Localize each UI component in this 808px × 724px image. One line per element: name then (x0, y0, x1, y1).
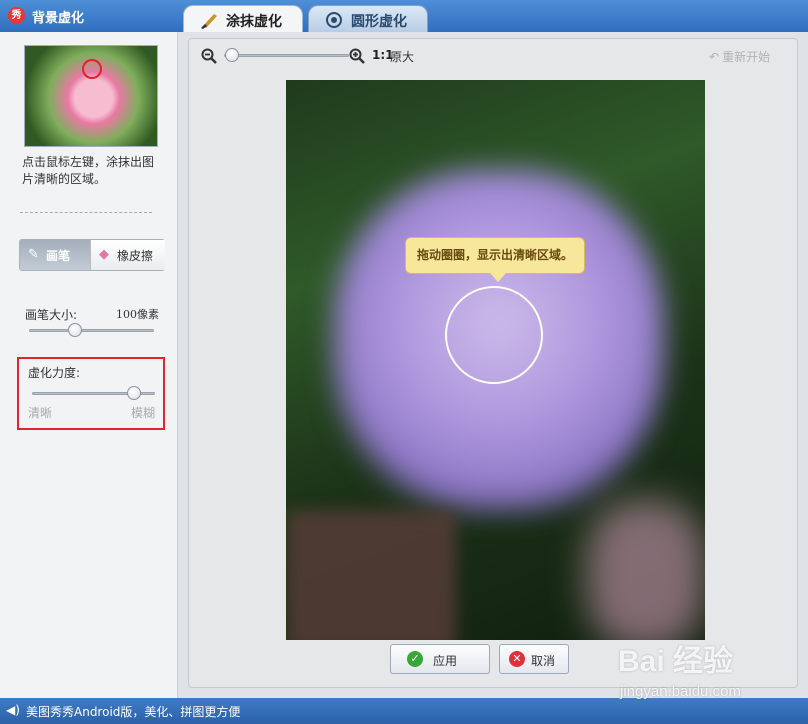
photo-background (286, 510, 456, 640)
cancel-button[interactable]: ✕ 取消 (499, 644, 569, 674)
window-title: 背景虚化 (32, 11, 85, 26)
close-icon: ✕ (509, 651, 525, 667)
slider-knob[interactable] (225, 48, 239, 62)
watermark-logo: Bai 经验 (618, 645, 734, 678)
blur-strength-label: 虚化力度: (28, 366, 81, 380)
tab-smear-blur[interactable]: 涂抹虚化 (183, 5, 303, 32)
preview-thumbnail[interactable] (24, 45, 158, 147)
brush-tool-button[interactable]: ✎ 画笔 (20, 240, 90, 270)
focus-circle-handle[interactable] (445, 286, 543, 384)
tool-toggle-group: ✎ 画笔 ◆ 橡皮擦 (19, 239, 165, 271)
tab-label: 圆形虚化 (351, 14, 407, 30)
blur-strength-highlight: 虚化力度: 清晰 模糊 (17, 357, 165, 430)
eraser-tool-button[interactable]: ◆ 橡皮擦 (90, 240, 165, 270)
undo-icon: ↶ (709, 50, 720, 64)
status-bar: ◀) 美图秀秀Android版，美化、拼图更方便 (0, 698, 808, 724)
zoom-in-icon[interactable] (349, 48, 365, 68)
app-logo-icon: 秀 (8, 7, 25, 24)
eraser-icon: ◆ (99, 247, 109, 262)
focus-indicator (82, 59, 102, 79)
watermark-url: jingyan.baidu.com (620, 683, 741, 700)
check-icon: ✓ (407, 651, 423, 667)
restart-button[interactable]: ↶ 重新开始 (709, 48, 770, 65)
brush-size-slider[interactable] (29, 323, 154, 337)
tab-circle-blur[interactable]: 圆形虚化 (308, 5, 428, 32)
photo-background (586, 500, 705, 640)
target-icon (325, 11, 343, 33)
zoom-slider[interactable] (224, 48, 349, 62)
divider (20, 212, 152, 213)
slider-knob[interactable] (68, 323, 82, 337)
editor-area: 1:1 原大 ↶ 重新开始 拖动圈圈，显示出清晰区域。 ✓ 应用 ✕ 取消 (188, 38, 798, 688)
status-promo-link[interactable]: 美图秀秀Android版，美化、拼图更方便 (26, 703, 240, 720)
photo-canvas[interactable]: 拖动圈圈，显示出清晰区域。 (286, 80, 705, 640)
title-bar: 秀 背景虚化 涂抹虚化 圆形虚化 (0, 0, 808, 32)
brush-icon (200, 11, 220, 33)
brush-size-value: 100像素 (116, 308, 159, 321)
slider-knob[interactable] (127, 386, 141, 400)
original-size-label[interactable]: 原大 (390, 48, 414, 65)
drag-hint-tooltip: 拖动圈圈，显示出清晰区域。 (405, 237, 585, 282)
left-panel: 点击鼠标左键，涂抹出图片清晰的区域。 ✎ 画笔 ◆ 橡皮擦 画笔大小: 100像… (0, 32, 178, 698)
instruction-text: 点击鼠标左键，涂抹出图片清晰的区域。 (22, 155, 155, 186)
zoom-out-icon[interactable] (201, 48, 217, 68)
tab-label: 涂抹虚化 (226, 14, 282, 30)
apply-button[interactable]: ✓ 应用 (390, 644, 490, 674)
blur-max-label: 模糊 (131, 406, 156, 420)
blur-strength-slider[interactable] (32, 386, 155, 400)
pen-icon: ✎ (28, 247, 39, 262)
blur-min-label: 清晰 (28, 406, 53, 420)
speaker-icon: ◀) (6, 703, 20, 717)
tooltip-tail (490, 273, 506, 282)
brush-size-label: 画笔大小: (25, 308, 78, 322)
